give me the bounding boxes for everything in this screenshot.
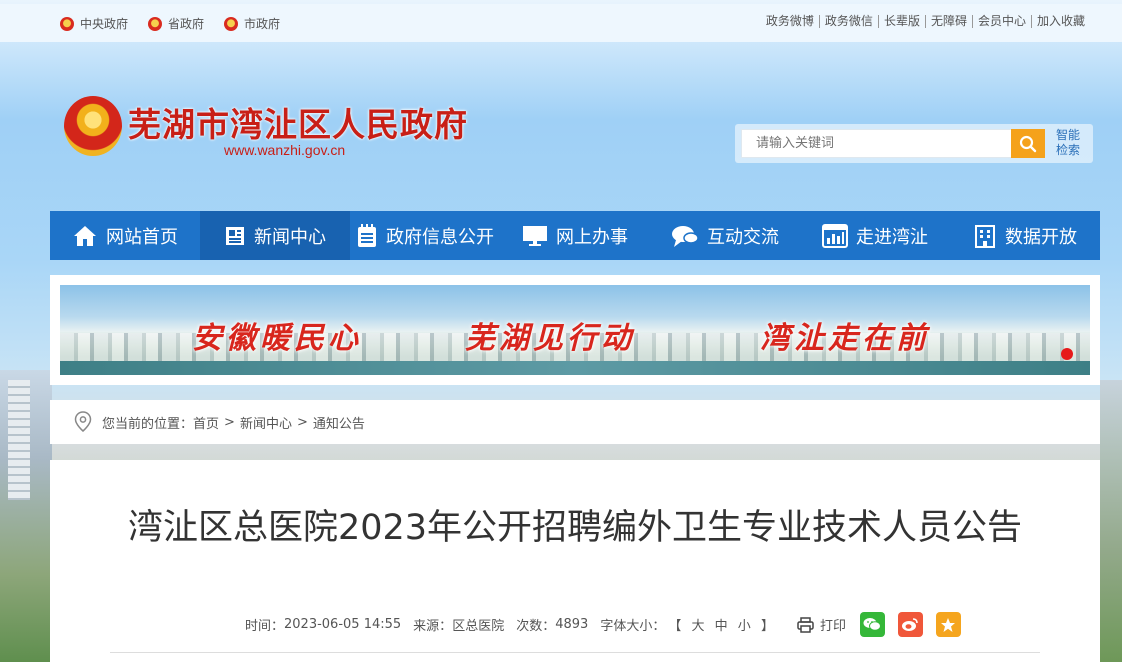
source-label: 来源： (413, 619, 453, 634)
search-button[interactable] (1011, 129, 1045, 158)
share-wechat-button[interactable] (859, 612, 885, 637)
breadcrumb-home[interactable]: 首页 (193, 413, 219, 432)
link-add-favorite[interactable]: 加入收藏 (1030, 15, 1090, 28)
link-member-center[interactable]: 会员中心 (971, 15, 1031, 28)
font-size-large[interactable]: 大 (691, 619, 704, 634)
nav-item-open-data[interactable]: 数据开放 (950, 211, 1100, 260)
breadcrumb-notices[interactable]: 通知公告 (313, 413, 365, 432)
nav-item-gov-info[interactable]: 政府信息公开 (350, 211, 500, 260)
breadcrumb-prefix: 您当前的位置： (102, 416, 194, 432)
government-links: 中央政府 省政府 市政府 (60, 15, 280, 32)
banner-water (60, 361, 1090, 375)
top-bar: 中央政府 省政府 市政府 政务微博 政务微信 长辈版 无障碍 会员中心 加入收藏 (0, 4, 1122, 42)
font-bracket-open: 【 (668, 619, 682, 634)
document-list-icon (358, 223, 376, 247)
print-button[interactable]: 打印 (797, 615, 846, 634)
wechat-icon (863, 618, 882, 631)
banner-image[interactable]: 安徽暖民心 芜湖见行动 湾沚走在前 (60, 285, 1090, 375)
chat-icon (672, 225, 699, 247)
bar-chart-icon (822, 223, 848, 248)
link-central-government[interactable]: 中央政府 (60, 15, 128, 32)
star-icon (941, 617, 956, 632)
publish-time: 2023-06-05 14:55 (284, 617, 402, 632)
share-favorite-button[interactable] (935, 612, 961, 637)
banner-slogan-wuhu: 芜湖见行动 (465, 321, 635, 356)
link-weibo[interactable]: 政务微博 (761, 15, 819, 28)
national-emblem-icon (60, 16, 74, 31)
nav-item-news[interactable]: 新闻中心 (200, 211, 350, 260)
banner-slogan-wanzhi: 湾沚走在前 (760, 321, 930, 356)
smart-search-link[interactable]: 智能 检索 (1053, 128, 1083, 158)
breadcrumb: 您当前的位置： 首页 > 新闻中心 > 通知公告 (50, 400, 1100, 444)
search-box: 智能 检索 (735, 124, 1093, 163)
national-emblem-icon (224, 16, 239, 31)
article-title: 湾沚区总医院2023年公开招聘编外卫生专业技术人员公告 (127, 508, 1023, 548)
font-size-small[interactable]: 小 (738, 619, 751, 634)
main-nav: 网站首页 新闻中心 政府信息公开 网上办事 互动交流 走进湾沚 数据开放 (50, 211, 1100, 260)
font-size-switcher: 【 大 中 小 】 (665, 615, 777, 634)
banner-slogan-anhui: 安徽暖民心 (192, 321, 362, 356)
background-city-right (1100, 380, 1122, 662)
link-elder-version[interactable]: 长辈版 (877, 15, 925, 28)
article-source: 区总医院 (452, 619, 505, 634)
background-city-left (0, 370, 52, 662)
views-label: 次数： (516, 619, 556, 634)
link-wechat[interactable]: 政务微信 (818, 15, 878, 28)
site-title[interactable]: 芜湖市湾沚区人民政府 (128, 98, 468, 146)
site-url: www.wanzhi.gov.cn (224, 142, 346, 158)
search-icon (1019, 135, 1037, 152)
nav-item-home[interactable]: 网站首页 (50, 211, 200, 260)
search-input[interactable] (741, 129, 1013, 158)
link-accessibility[interactable]: 无障碍 (924, 15, 972, 28)
national-emblem-logo (64, 96, 122, 156)
national-emblem-icon (148, 16, 163, 31)
share-weibo-button[interactable] (897, 612, 923, 637)
news-icon (226, 226, 244, 245)
article-container: 湾沚区总医院2023年公开招聘编外卫生专业技术人员公告 时间： 2023-06-… (50, 460, 1100, 662)
banner-container: 安徽暖民心 芜湖见行动 湾沚走在前 (50, 275, 1100, 385)
printer-icon (797, 616, 814, 633)
link-city-government[interactable]: 市政府 (224, 15, 280, 32)
monitor-icon (523, 225, 547, 246)
nav-item-interaction[interactable]: 互动交流 (650, 211, 800, 260)
breadcrumb-separator: > (224, 414, 235, 430)
nav-item-about-wanzhi[interactable]: 走进湾沚 (800, 211, 950, 260)
building-icon (975, 224, 995, 248)
content-divider (110, 652, 1040, 653)
font-bracket-close: 】 (760, 619, 774, 634)
time-label: 时间： (245, 619, 285, 634)
nav-item-online-service[interactable]: 网上办事 (500, 211, 650, 260)
breadcrumb-separator: > (296, 414, 308, 430)
home-icon (74, 225, 96, 246)
link-provincial-government[interactable]: 省政府 (148, 15, 204, 32)
view-count: 4893 (555, 617, 589, 632)
utility-links: 政务微博 政务微信 长辈版 无障碍 会员中心 加入收藏 (761, 15, 1090, 28)
article-meta: 时间： 2023-06-05 14:55 来源： 区总医院 次数： 4893 字… (245, 612, 974, 637)
font-size-label: 字体大小： (600, 619, 666, 634)
banner-carousel-dot[interactable] (1061, 348, 1073, 360)
font-size-medium[interactable]: 中 (715, 619, 728, 634)
weibo-icon (902, 618, 919, 631)
breadcrumb-news-center[interactable]: 新闻中心 (240, 413, 292, 432)
location-pin-icon (74, 411, 92, 432)
